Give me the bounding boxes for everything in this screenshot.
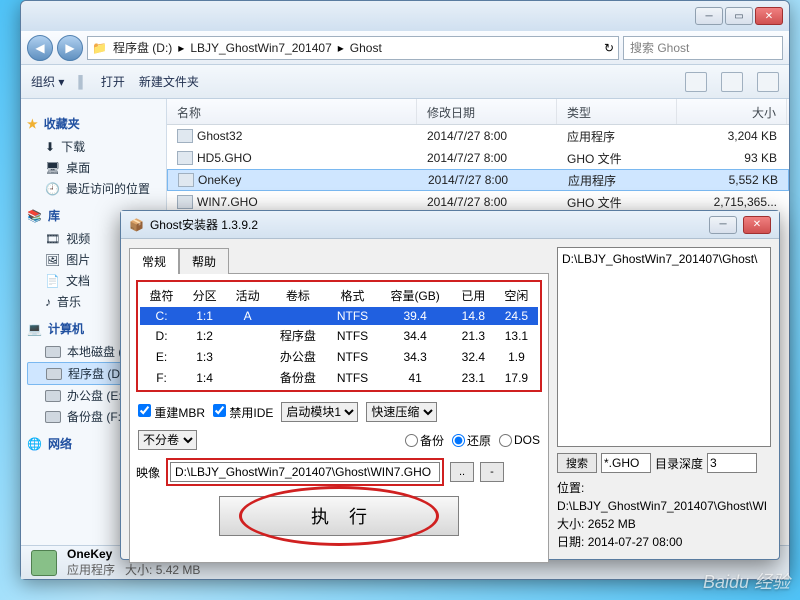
rebuild-mbr-checkbox[interactable]: 重建MBR bbox=[138, 404, 205, 421]
document-icon: 📄 bbox=[45, 274, 60, 288]
star-icon: ★ bbox=[27, 117, 38, 131]
file-icon bbox=[177, 151, 193, 165]
drive-icon bbox=[45, 390, 61, 402]
new-folder-button[interactable]: 新建文件夹 bbox=[139, 73, 199, 90]
depth-input[interactable] bbox=[707, 453, 757, 473]
image-info: 位置:D:\LBJY_GhostWin7_201407\Ghost\WI 大小:… bbox=[557, 479, 771, 551]
options-row-1: 重建MBR 禁用IDE 启动模块1 快速压缩 bbox=[136, 398, 542, 426]
column-headers[interactable]: 名称 修改日期 类型 大小 bbox=[167, 99, 789, 125]
view-button[interactable] bbox=[685, 72, 707, 92]
execute-button[interactable]: 执行 bbox=[219, 496, 459, 536]
partition-table[interactable]: 盘符分区活动卷标格式容量(GB)已用空闲 C:1:1ANTFS39.414.82… bbox=[140, 284, 538, 388]
file-row[interactable]: Ghost322014/7/27 8:00应用程序3,204 KB bbox=[167, 125, 789, 147]
disable-ide-checkbox[interactable]: 禁用IDE bbox=[213, 404, 273, 421]
sidebar-desktop[interactable]: 🖥桌面 bbox=[27, 157, 160, 178]
drive-icon bbox=[45, 346, 61, 358]
split-select[interactable]: 不分卷 bbox=[138, 430, 197, 450]
compress-select[interactable]: 快速压缩 bbox=[366, 402, 437, 422]
drive-icon bbox=[46, 368, 62, 380]
close-button[interactable]: ✕ bbox=[743, 216, 771, 234]
boot-module-select[interactable]: 启动模块1 bbox=[281, 402, 358, 422]
depth-label: 目录深度 bbox=[655, 455, 703, 472]
options-row-2: 不分卷 备份 还原 DOS bbox=[136, 426, 542, 454]
tab-bar: 常规 帮助 bbox=[129, 247, 549, 273]
clear-button[interactable]: - bbox=[480, 462, 504, 482]
minimize-button[interactable]: ─ bbox=[695, 7, 723, 25]
search-button[interactable]: 搜索 bbox=[557, 453, 597, 473]
app-icon: 📦 bbox=[129, 218, 144, 232]
ghost-titlebar: 📦 Ghost安装器 1.3.9.2 ─ ✕ bbox=[121, 211, 779, 239]
tab-general[interactable]: 常规 bbox=[129, 248, 179, 274]
open-button[interactable]: 打开 bbox=[101, 73, 125, 90]
close-button[interactable]: ✕ bbox=[755, 7, 783, 25]
breadcrumb-seg[interactable]: Ghost bbox=[350, 41, 382, 55]
drive-icon bbox=[45, 411, 61, 423]
file-row[interactable]: OneKey2014/7/27 8:00应用程序5,552 KB bbox=[167, 169, 789, 191]
app-icon bbox=[31, 550, 57, 576]
preview-button[interactable] bbox=[721, 72, 743, 92]
image-path-highlight bbox=[166, 458, 444, 486]
computer-icon: 💻 bbox=[27, 322, 42, 336]
organize-button[interactable]: 组织 ▾ bbox=[31, 73, 64, 90]
dialog-title: Ghost安装器 1.3.9.2 bbox=[150, 216, 258, 233]
file-icon bbox=[178, 173, 194, 187]
back-button[interactable]: ◀ bbox=[27, 35, 53, 61]
image-label: 映像 bbox=[136, 464, 160, 481]
explorer-toolbar: 组织 ▾ ▌ 打开 新建文件夹 bbox=[21, 65, 789, 99]
ghost-installer-dialog: 📦 Ghost安装器 1.3.9.2 ─ ✕ 常规 帮助 盘符分区活动卷标格式容… bbox=[120, 210, 780, 560]
sidebar-downloads[interactable]: ⬇下载 bbox=[27, 136, 160, 157]
address-bar[interactable]: 📁 程序盘 (D:)▸ LBJY_GhostWin7_201407▸ Ghost… bbox=[87, 36, 619, 60]
maximize-button[interactable]: ▭ bbox=[725, 7, 753, 25]
gho-list[interactable]: D:\LBJY_GhostWin7_201407\Ghost\ bbox=[557, 247, 771, 447]
picture-icon: 🖼 bbox=[45, 253, 60, 267]
partition-table-highlight: 盘符分区活动卷标格式容量(GB)已用空闲 C:1:1ANTFS39.414.82… bbox=[136, 280, 542, 392]
restore-radio[interactable]: 还原 bbox=[452, 432, 491, 449]
partition-row[interactable]: D:1:2程序盘NTFS34.421.313.1 bbox=[140, 325, 538, 346]
explorer-navbar: ◀ ▶ 📁 程序盘 (D:)▸ LBJY_GhostWin7_201407▸ G… bbox=[21, 31, 789, 65]
partition-row[interactable]: E:1:3办公盘NTFS34.332.41.9 bbox=[140, 346, 538, 367]
recent-icon: 🕘 bbox=[45, 182, 60, 196]
tab-help[interactable]: 帮助 bbox=[179, 248, 229, 274]
sidebar-favorites[interactable]: ★收藏夹 bbox=[27, 115, 160, 132]
search-input[interactable]: 搜索 Ghost bbox=[623, 36, 783, 60]
help-icon[interactable] bbox=[757, 72, 779, 92]
status-filename: OneKey bbox=[67, 547, 112, 561]
download-icon: ⬇ bbox=[45, 140, 55, 154]
network-icon: 🌐 bbox=[27, 437, 42, 451]
file-row[interactable]: HD5.GHO2014/7/27 8:00GHO 文件93 KB bbox=[167, 147, 789, 169]
desktop-icon: 🖥 bbox=[45, 161, 60, 175]
folder-icon: 📁 bbox=[92, 41, 107, 55]
minimize-button[interactable]: ─ bbox=[709, 216, 737, 234]
library-icon: 📚 bbox=[27, 209, 42, 223]
explorer-titlebar: ─ ▭ ✕ bbox=[21, 1, 789, 31]
partition-row[interactable]: F:1:4备份盘NTFS4123.117.9 bbox=[140, 367, 538, 388]
refresh-icon[interactable]: ↻ bbox=[604, 41, 614, 55]
image-path-input[interactable] bbox=[170, 462, 440, 482]
forward-button[interactable]: ▶ bbox=[57, 35, 83, 61]
backup-radio[interactable]: 备份 bbox=[405, 432, 444, 449]
browse-button[interactable]: .. bbox=[450, 462, 474, 482]
video-icon: 🎞 bbox=[45, 232, 60, 246]
dos-radio[interactable]: DOS bbox=[499, 433, 540, 447]
breadcrumb-seg[interactable]: LBJY_GhostWin7_201407 bbox=[190, 41, 331, 55]
ext-input[interactable] bbox=[601, 453, 651, 473]
partition-row[interactable]: C:1:1ANTFS39.414.824.5 bbox=[140, 307, 538, 325]
breadcrumb-seg[interactable]: 程序盘 (D:) bbox=[113, 39, 172, 56]
sidebar-recent[interactable]: 🕘最近访问的位置 bbox=[27, 178, 160, 199]
file-icon bbox=[177, 129, 193, 143]
file-icon bbox=[177, 195, 193, 209]
music-icon: ♪ bbox=[45, 295, 51, 309]
watermark: Baidu 经验 bbox=[703, 568, 790, 594]
